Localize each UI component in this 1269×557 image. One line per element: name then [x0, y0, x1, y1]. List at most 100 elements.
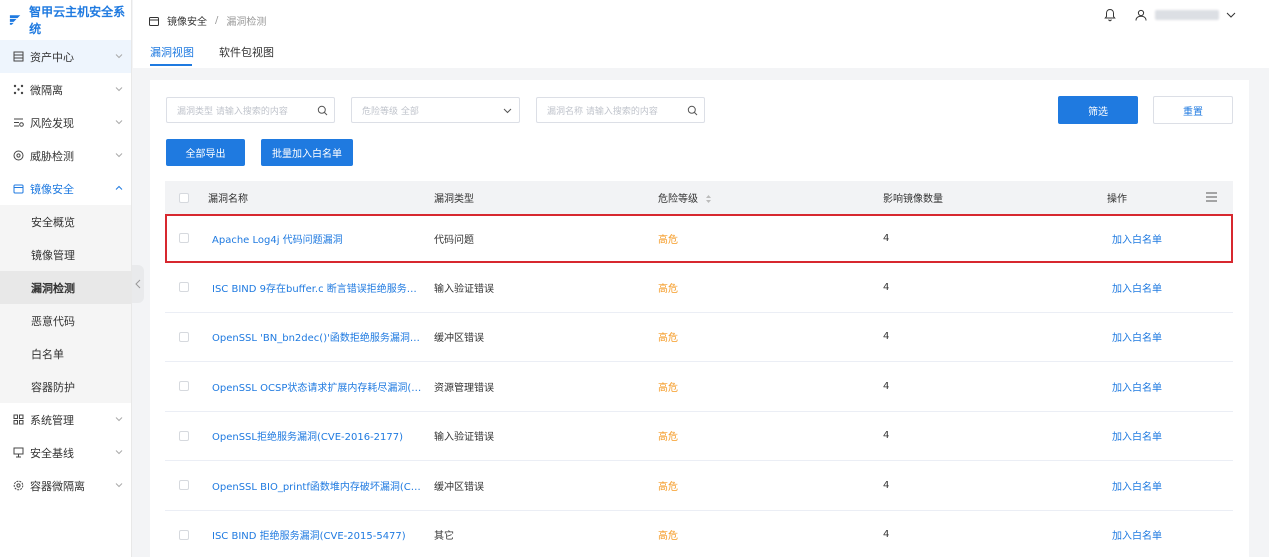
chevron-down-icon[interactable]: [1225, 9, 1237, 21]
header-vuln-type: 漏洞类型: [434, 194, 474, 205]
add-whitelist-link[interactable]: 加入白名单: [1112, 379, 1162, 394]
vuln-name-link[interactable]: OpenSSL BIO_printf函数堆内存破坏漏洞(CVE-2...: [212, 478, 422, 493]
export-all-button[interactable]: 全部导出: [166, 139, 245, 166]
table-row[interactable]: ISC BIND 拒绝服务漏洞(CVE-2015-5477) 其它 高危 4 加…: [165, 511, 1233, 557]
chevron-down-icon: [115, 87, 123, 92]
tab-package-view[interactable]: 软件包视图: [219, 44, 274, 60]
vuln-type: 输入验证错误: [434, 283, 494, 295]
table-row[interactable]: ISC BIND 9存在buffer.c 断言错误拒绝服务漏洞(... 输入验证…: [165, 263, 1233, 313]
sidebar-item-system[interactable]: 系统管理: [0, 403, 131, 436]
chevron-left-icon: [135, 279, 141, 289]
vuln-name-link[interactable]: OpenSSL 'BN_bn2dec()'函数拒绝服务漏洞(CVE-...: [212, 329, 422, 344]
header-risk-level-label: 危险等级: [658, 194, 698, 205]
row-checkbox[interactable]: [179, 430, 189, 441]
chevron-down-icon: [115, 153, 123, 158]
sidebar-item-assets[interactable]: 资产中心: [0, 40, 131, 73]
sidebar-subitem-overview[interactable]: 安全概览: [0, 205, 131, 238]
affected-count: 4: [883, 479, 890, 491]
select-all-checkbox[interactable]: [179, 192, 189, 203]
shield-gear-icon: [12, 480, 24, 492]
sidebar-item-label: 威胁检测: [30, 149, 74, 163]
header-risk-level[interactable]: 危险等级: [658, 190, 712, 205]
sidebar-item-label: 微隔离: [30, 83, 63, 97]
table-row[interactable]: OpenSSL BIO_printf函数堆内存破坏漏洞(CVE-2... 缓冲区…: [165, 461, 1233, 511]
vuln-name-link[interactable]: ISC BIND 9存在buffer.c 断言错误拒绝服务漏洞(...: [212, 280, 422, 295]
table-row[interactable]: OpenSSL OCSP状态请求扩展内存耗尽漏洞(CVE... 资源管理错误 高…: [165, 362, 1233, 412]
filter-button[interactable]: 筛选: [1058, 96, 1138, 124]
add-whitelist-link[interactable]: 加入白名单: [1112, 329, 1162, 344]
vuln-type-search-input[interactable]: 漏洞类型 请输入搜索的内容: [166, 97, 335, 123]
vuln-name-link[interactable]: OpenSSL拒绝服务漏洞(CVE-2016-2177): [212, 428, 403, 443]
add-whitelist-link[interactable]: 加入白名单: [1112, 527, 1162, 542]
vuln-name-search-input[interactable]: 漏洞名称 请输入搜索的内容: [536, 97, 705, 123]
sidebar-item-baseline[interactable]: 安全基线: [0, 436, 131, 469]
vuln-name-link[interactable]: OpenSSL OCSP状态请求扩展内存耗尽漏洞(CVE...: [212, 379, 422, 394]
breadcrumb: 镜像安全 / 漏洞检测: [149, 13, 266, 28]
sidebar-item-risk[interactable]: 风险发现: [0, 106, 131, 139]
reset-button[interactable]: 重置: [1153, 96, 1233, 124]
chevron-down-icon: [115, 417, 123, 422]
table-row[interactable]: OpenSSL 'BN_bn2dec()'函数拒绝服务漏洞(CVE-... 缓冲…: [165, 313, 1233, 362]
table-row[interactable]: OpenSSL拒绝服务漏洞(CVE-2016-2177) 输入验证错误 高危 4…: [165, 412, 1233, 461]
sidebar-item-label: 镜像安全: [30, 182, 74, 196]
top-bar: 镜像安全 / 漏洞检测: [133, 0, 1269, 38]
sidebar-subitem-image-mgmt[interactable]: 镜像管理: [0, 238, 131, 271]
risk-level: 高危: [658, 234, 678, 246]
search-icon[interactable]: [317, 105, 328, 116]
sidebar-collapse-handle[interactable]: [132, 265, 144, 303]
add-whitelist-link[interactable]: 加入白名单: [1112, 231, 1162, 246]
add-whitelist-link[interactable]: 加入白名单: [1112, 478, 1162, 493]
sidebar-subitem-whitelist[interactable]: 白名单: [0, 337, 131, 370]
affected-count: 4: [883, 529, 890, 541]
affected-count: 4: [883, 331, 890, 343]
vuln-name-link[interactable]: ISC BIND 拒绝服务漏洞(CVE-2015-5477): [212, 527, 406, 542]
row-checkbox[interactable]: [179, 381, 189, 392]
row-checkbox[interactable]: [179, 282, 189, 293]
user-name-redacted[interactable]: [1155, 10, 1219, 20]
user-icon: [1135, 9, 1147, 21]
row-checkbox[interactable]: [179, 529, 189, 540]
sidebar-item-label: 系统管理: [30, 413, 74, 427]
sort-icon[interactable]: [705, 194, 712, 204]
user-area: [1103, 8, 1237, 22]
table-header: 漏洞名称 漏洞类型 危险等级 影响镜像数量 操作: [165, 181, 1233, 214]
vuln-type: 其它: [434, 531, 454, 543]
sidebar-subitem-malware[interactable]: 恶意代码: [0, 304, 131, 337]
breadcrumb-parent[interactable]: 镜像安全: [167, 13, 207, 28]
breadcrumb-current: 漏洞检测: [226, 17, 267, 28]
list-icon: [12, 51, 24, 63]
sidebar-item-image-security[interactable]: 镜像安全: [0, 172, 131, 205]
risk-level: 高危: [658, 333, 678, 345]
target-icon: [12, 150, 24, 162]
search-icon[interactable]: [687, 105, 698, 116]
add-whitelist-link[interactable]: 加入白名单: [1112, 428, 1162, 443]
sidebar-item-threat[interactable]: 威胁检测: [0, 139, 131, 172]
vuln-type: 代码问题: [434, 234, 474, 246]
sidebar-subitem-container-protect[interactable]: 容器防护: [0, 370, 131, 403]
image-box-icon: [149, 16, 159, 26]
sidebar-subitem-vuln-detect[interactable]: 漏洞检测: [0, 271, 131, 304]
batch-whitelist-button[interactable]: 批量加入白名单: [261, 139, 353, 166]
row-checkbox[interactable]: [179, 331, 189, 342]
logo-icon: [9, 15, 21, 25]
risk-level: 高危: [658, 432, 678, 444]
vuln-type: 缓冲区错误: [434, 481, 484, 493]
risk-level: 高危: [658, 382, 678, 394]
vuln-type: 输入验证错误: [434, 432, 494, 444]
sidebar-item-label: 风险发现: [30, 116, 74, 130]
add-whitelist-link[interactable]: 加入白名单: [1112, 280, 1162, 295]
tab-vuln-view[interactable]: 漏洞视图: [150, 44, 194, 60]
bell-icon[interactable]: [1103, 8, 1117, 22]
menu-icon[interactable]: [1206, 192, 1217, 202]
risk-level-select[interactable]: 危险等级 全部: [351, 97, 520, 123]
image-box-icon: [12, 183, 24, 195]
table-row[interactable]: Apache Log4j 代码问题漏洞 代码问题 高危 4 加入白名单: [165, 214, 1233, 263]
row-checkbox[interactable]: [179, 233, 189, 243]
sidebar-item-microseg[interactable]: 微隔离: [0, 73, 131, 106]
apps-icon: [12, 414, 24, 426]
app-logo[interactable]: 智甲云主机安全系统: [0, 0, 131, 40]
vuln-name-link[interactable]: Apache Log4j 代码问题漏洞: [212, 231, 343, 246]
row-checkbox[interactable]: [179, 480, 189, 491]
sidebar-item-container-microseg[interactable]: 容器微隔离: [0, 469, 131, 502]
sidebar: 智甲云主机安全系统 资产中心 微隔离 风险发现 威胁检测 镜像安全 安全概览 镜…: [0, 0, 132, 557]
